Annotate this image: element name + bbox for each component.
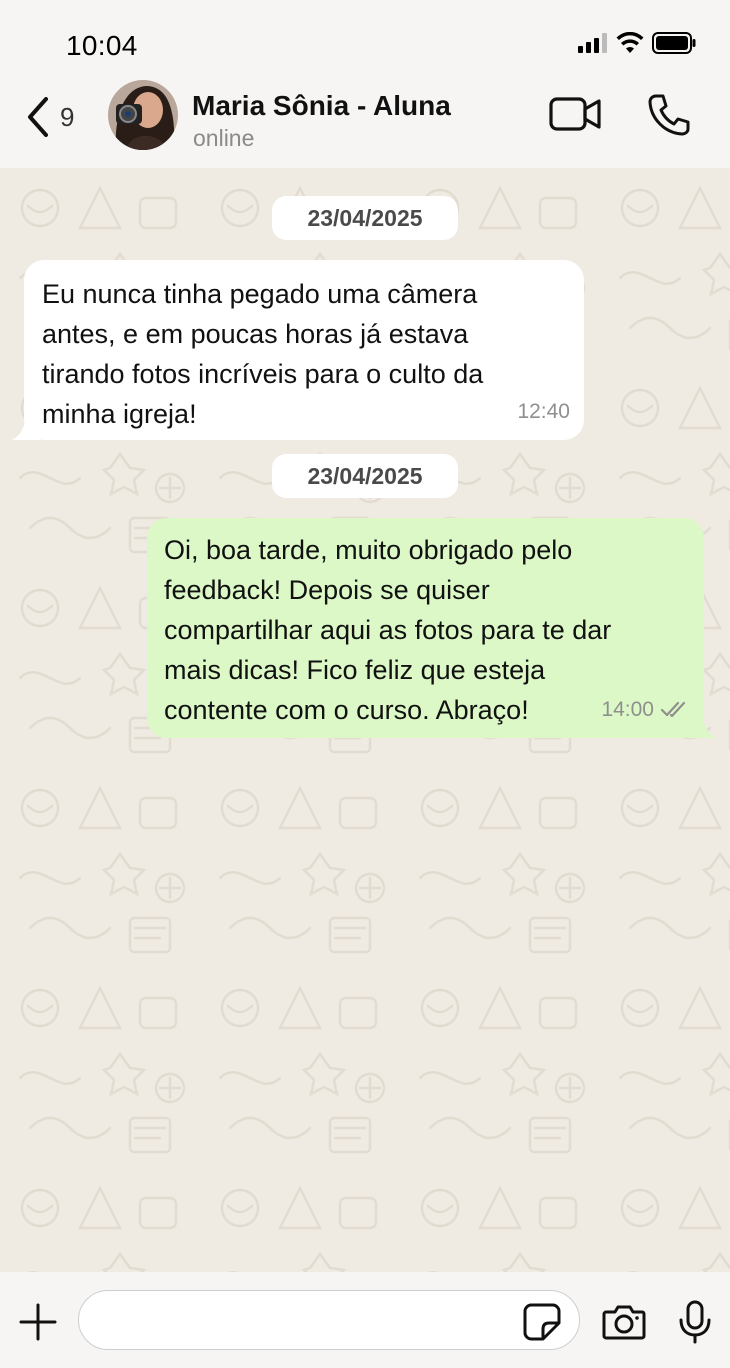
date-chip: 23/04/2025 [272,196,458,240]
chevron-left-icon [28,97,48,137]
chat-header: 9 Maria Sônia - Aluna online [0,80,730,170]
battery-icon [652,32,696,54]
signal-icon [578,33,607,53]
contact-name[interactable]: Maria Sônia - Aluna [192,90,451,122]
plus-icon [19,1303,57,1341]
date-chip: 23/04/2025 [272,454,458,498]
message-time: 14:00 [601,698,654,721]
chat-area[interactable]: 23/04/2025 Eu nunca tinha pegado uma câm… [0,168,730,1272]
video-camera-icon [549,97,601,131]
message-input[interactable] [99,1291,523,1349]
read-receipt-icon [660,701,686,718]
avatar[interactable] [108,80,178,150]
message-bubble-incoming[interactable]: Eu nunca tinha pegado uma câmera antes, … [12,260,584,440]
back-button[interactable]: 9 [26,94,86,140]
wifi-icon [616,32,644,53]
message-text: Eu nunca tinha pegado uma câmera antes, … [42,279,484,429]
contact-status: online [193,125,255,151]
voice-call-button[interactable] [646,92,692,143]
status-bar: 10:04 [0,0,730,80]
camera-button[interactable] [602,1304,646,1345]
unread-count: 9 [60,101,75,132]
message-meta: 14:00 [601,690,690,730]
message-input-box[interactable] [78,1290,580,1350]
sticker-icon [523,1303,561,1341]
message-meta: 12:40 [517,392,570,432]
bubble-tail [688,714,716,738]
microphone-button[interactable] [678,1300,712,1349]
bubble-tail [12,416,40,440]
sticker-button[interactable] [523,1303,561,1346]
camera-icon [602,1305,646,1340]
status-icons [578,32,696,54]
phone-icon [648,94,690,136]
video-call-button[interactable] [548,94,602,139]
message-composer [0,1272,730,1368]
status-time: 10:04 [66,30,138,61]
message-bubble-outgoing[interactable]: Oi, boa tarde, muito obrigado pelo feedb… [147,518,716,738]
attach-button[interactable] [18,1302,58,1347]
microphone-icon [679,1300,711,1344]
message-time: 12:40 [517,400,570,423]
